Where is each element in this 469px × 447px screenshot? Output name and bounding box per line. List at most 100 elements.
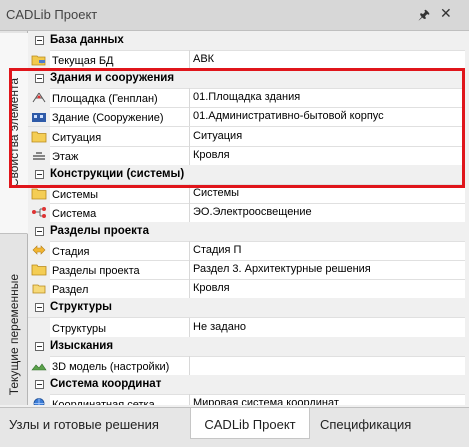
category-row[interactable]: Система координат bbox=[28, 374, 465, 395]
property-name: Здание (Сооружение) bbox=[52, 112, 164, 125]
category-label: Конструкции (системы) bbox=[50, 167, 185, 180]
property-row[interactable]: Этаж Кровля bbox=[28, 145, 465, 166]
column-separator[interactable] bbox=[189, 279, 190, 299]
site-plan-icon bbox=[31, 91, 47, 104]
column-separator[interactable] bbox=[189, 50, 190, 70]
column-separator[interactable] bbox=[189, 145, 190, 165]
folder-database-icon bbox=[31, 53, 47, 66]
collapse-toggle-icon[interactable] bbox=[35, 379, 44, 389]
folder-icon bbox=[31, 263, 47, 276]
property-row[interactable]: Здание (Сооружение) 01.Административно-бы… bbox=[28, 107, 465, 128]
row-gutter bbox=[28, 317, 50, 337]
category-row[interactable]: Разделы проекта bbox=[28, 222, 465, 242]
category-label: Разделы проекта bbox=[50, 225, 149, 237]
property-row[interactable]: Структуры Не задано bbox=[28, 317, 465, 338]
tab-cadlib-project[interactable]: CADLib Проект bbox=[190, 408, 310, 439]
category-row[interactable]: База данных bbox=[28, 31, 465, 51]
collapse-toggle-icon[interactable] bbox=[35, 169, 44, 179]
building-icon bbox=[31, 110, 47, 123]
property-row[interactable]: Системы Системы bbox=[28, 183, 465, 204]
property-name: Текущая БД bbox=[52, 55, 114, 68]
side-tab-variables[interactable]: Текущие переменные bbox=[0, 267, 27, 403]
category-row[interactable]: Изыскания bbox=[28, 336, 465, 357]
column-separator[interactable] bbox=[189, 183, 190, 203]
column-separator[interactable] bbox=[189, 317, 190, 337]
collapse-toggle-icon[interactable] bbox=[35, 74, 44, 84]
property-value[interactable]: 01.Площадка здания bbox=[193, 91, 300, 103]
property-row[interactable]: Стадия Стадия П bbox=[28, 241, 465, 262]
category-label: Система координат bbox=[50, 377, 162, 390]
property-name: Площадка (Генплан) bbox=[52, 93, 158, 106]
category-label: Здания и сооружения bbox=[50, 72, 175, 85]
column-separator[interactable] bbox=[189, 126, 190, 146]
collapse-toggle-icon[interactable] bbox=[35, 227, 44, 236]
title-bar: CADLib Проект 🖈︎ ✕ bbox=[0, 0, 469, 31]
property-row[interactable]: Система ЭО.Электроосвещение bbox=[28, 202, 465, 223]
stage-icon bbox=[31, 244, 47, 257]
folder-icon bbox=[31, 130, 47, 143]
collapse-toggle-icon[interactable] bbox=[35, 341, 44, 351]
window-title: CADLib Проект bbox=[6, 7, 98, 22]
section-icon bbox=[31, 282, 47, 295]
property-row[interactable]: Площадка (Генплан) 01.Площадка здания bbox=[28, 88, 465, 109]
close-icon[interactable]: ✕ bbox=[440, 5, 452, 22]
column-separator[interactable] bbox=[189, 260, 190, 280]
tab-specification[interactable]: Спецификация bbox=[320, 417, 411, 432]
property-name: Раздел bbox=[52, 284, 89, 297]
side-tab-label: Текущие переменные bbox=[6, 274, 21, 396]
property-value[interactable]: Кровля bbox=[193, 149, 230, 161]
property-name: Системы bbox=[52, 188, 99, 201]
property-row[interactable]: Разделы проекта Раздел 3. Архитектурные р… bbox=[28, 260, 465, 281]
property-name: Стадия bbox=[52, 246, 90, 259]
collapse-toggle-icon[interactable] bbox=[35, 36, 44, 45]
tab-nodes-solutions[interactable]: Узлы и готовые решения bbox=[9, 417, 159, 432]
tab-label: CADLib Проект bbox=[204, 417, 296, 432]
category-row[interactable]: Конструкции (системы) bbox=[28, 164, 465, 185]
column-separator[interactable] bbox=[189, 241, 190, 261]
property-name: Ситуация bbox=[52, 131, 102, 144]
category-row[interactable]: Здания и сооружения bbox=[28, 69, 465, 90]
terrain-icon bbox=[31, 359, 47, 372]
floor-icon bbox=[31, 149, 47, 162]
column-separator[interactable] bbox=[189, 393, 190, 405]
property-name: Этаж bbox=[52, 150, 79, 163]
property-grid: База данных Текущая БД АВК Здания и сооруже… bbox=[28, 31, 465, 405]
property-value[interactable]: Не задано bbox=[193, 321, 246, 333]
property-name: 3D модель (настройки) bbox=[52, 360, 170, 373]
property-row[interactable]: Ситуация Ситуация bbox=[28, 126, 465, 147]
property-value[interactable]: Стадия П bbox=[193, 244, 241, 256]
property-value[interactable]: АВК bbox=[193, 53, 214, 65]
property-value[interactable]: Мировая система координат bbox=[193, 397, 339, 405]
column-separator[interactable] bbox=[189, 88, 190, 108]
property-value[interactable]: Кровля bbox=[193, 282, 230, 294]
property-value[interactable]: 01.Административно-бытовой корпус bbox=[193, 110, 384, 122]
side-tab-properties[interactable]: Свойства элемента bbox=[0, 33, 28, 234]
property-row[interactable]: 3D модель (настройки) bbox=[28, 355, 465, 376]
property-row[interactable]: Координатная сетка Мировая система коорди… bbox=[28, 393, 465, 405]
side-tab-label: Свойства элемента bbox=[6, 78, 21, 188]
bottom-tab-bar: Узлы и готовые решения CADLib Проект Спе… bbox=[0, 407, 469, 447]
property-value[interactable]: Раздел 3. Архитектурные решения bbox=[193, 263, 371, 275]
property-name: Система bbox=[52, 207, 97, 220]
property-value[interactable]: Системы bbox=[193, 187, 239, 199]
category-label: Структуры bbox=[50, 301, 112, 314]
column-separator[interactable] bbox=[189, 107, 190, 127]
globe-icon bbox=[31, 397, 47, 405]
column-separator[interactable] bbox=[189, 355, 190, 375]
pin-icon[interactable]: 🖈︎ bbox=[418, 6, 430, 28]
folder-icon bbox=[31, 187, 47, 200]
collapse-toggle-icon[interactable] bbox=[35, 303, 44, 313]
tab-label: Спецификация bbox=[320, 417, 412, 432]
side-tab-strip: Свойства элемента Текущие переменные bbox=[0, 31, 28, 405]
tab-label: Узлы и готовые решения bbox=[9, 417, 159, 432]
property-name: Разделы проекта bbox=[52, 265, 140, 278]
property-value[interactable]: Ситуация bbox=[193, 130, 242, 142]
property-row[interactable]: Текущая БД АВК bbox=[28, 50, 465, 71]
category-row[interactable]: Структуры bbox=[28, 298, 465, 319]
system-icon bbox=[31, 206, 47, 219]
category-label: Изыскания bbox=[50, 339, 114, 352]
property-value[interactable]: ЭО.Электроосвещение bbox=[193, 206, 312, 218]
column-separator[interactable] bbox=[189, 202, 190, 222]
category-label: База данных bbox=[50, 34, 124, 46]
property-row[interactable]: Раздел Кровля bbox=[28, 279, 465, 300]
